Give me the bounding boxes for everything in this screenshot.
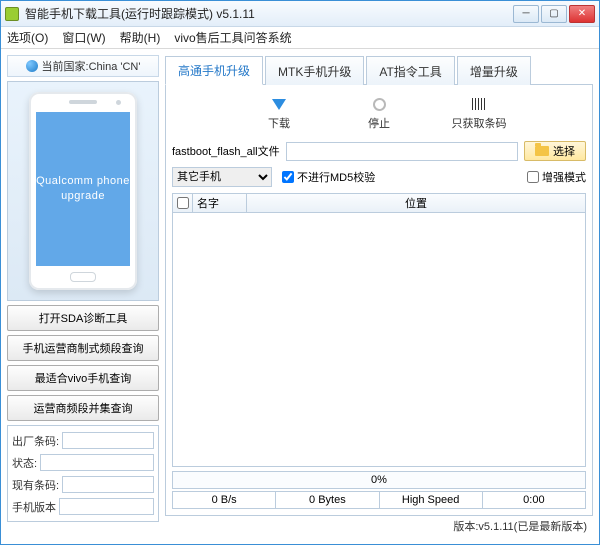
- menu-options[interactable]: 选项(O): [7, 29, 48, 46]
- status-input-1[interactable]: [40, 454, 154, 471]
- country-label: 当前国家:China 'CN': [42, 58, 141, 74]
- app-window: 智能手机下载工具(运行时跟踪模式) v5.1.11 ─ ▢ ✕ 选项(O) 窗口…: [0, 0, 600, 545]
- no-md5-checkbox[interactable]: 不进行MD5校验: [282, 169, 375, 185]
- phone-version-input[interactable]: [59, 498, 154, 515]
- factory-barcode-label: 出厂条码:: [12, 433, 59, 449]
- stop-button[interactable]: 停止: [351, 95, 407, 131]
- right-panel: 高通手机升级 MTK手机升级 AT指令工具 增量升级 下载 停止: [165, 55, 593, 538]
- phone-screen: Qualcomm phone upgrade: [36, 112, 130, 266]
- enhance-checkbox[interactable]: 增强模式: [527, 169, 586, 185]
- titlebar[interactable]: 智能手机下载工具(运行时跟踪模式) v5.1.11 ─ ▢ ✕: [1, 1, 599, 27]
- close-button[interactable]: ✕: [569, 5, 595, 23]
- file-row: fastboot_flash_all文件 选择: [172, 139, 586, 163]
- download-label: 下载: [268, 115, 290, 131]
- file-label: fastboot_flash_all文件: [172, 143, 280, 159]
- barcode-only-label: 只获取条码: [452, 115, 507, 131]
- tab-incremental[interactable]: 增量升级: [457, 56, 531, 85]
- tabs: 高通手机升级 MTK手机升级 AT指令工具 增量升级: [165, 55, 593, 85]
- status-speed: 0 B/s: [173, 492, 276, 508]
- enhance-label: 增强模式: [542, 169, 586, 185]
- current-barcode-label: 现有条码:: [12, 477, 59, 493]
- menubar: 选项(O) 窗口(W) 帮助(H) vivo售后工具问答系统: [1, 27, 599, 49]
- stop-icon: [373, 98, 386, 111]
- tab-mtk[interactable]: MTK手机升级: [265, 56, 364, 85]
- minimize-button[interactable]: ─: [513, 5, 539, 23]
- status-bytes: 0 Bytes: [276, 492, 379, 508]
- no-md5-check[interactable]: [282, 171, 294, 183]
- menu-window[interactable]: 窗口(W): [62, 29, 105, 46]
- phone-version-label: 手机版本: [12, 499, 56, 515]
- tab-body: 下载 停止 只获取条码 fastboot_flash_all文件: [165, 85, 593, 516]
- best-vivo-query-button[interactable]: 最适合vivo手机查询: [7, 365, 159, 391]
- download-button[interactable]: 下载: [251, 95, 307, 131]
- phone-preview: Qualcomm phone upgrade: [7, 81, 159, 301]
- progress-text: 0%: [371, 474, 387, 486]
- options-row: 其它手机 不进行MD5校验 增强模式: [172, 163, 586, 193]
- phone-camera: [116, 100, 121, 105]
- tab-qualcomm[interactable]: 高通手机升级: [165, 56, 263, 85]
- menu-help[interactable]: 帮助(H): [120, 29, 161, 46]
- status-label-1: 状态:: [12, 455, 37, 471]
- barcode-icon: [472, 98, 486, 110]
- device-select[interactable]: 其它手机: [172, 167, 272, 187]
- maximize-button[interactable]: ▢: [541, 5, 567, 23]
- table-checkall[interactable]: [173, 194, 193, 212]
- action-row: 下载 停止 只获取条码: [172, 91, 586, 139]
- info-box: 出厂条码: 状态: 现有条码: 手机版本: [7, 425, 159, 522]
- choose-label: 选择: [553, 143, 575, 159]
- download-icon: [272, 99, 286, 110]
- phone-screen-line2: upgrade: [61, 189, 105, 204]
- window-title: 智能手机下载工具(运行时跟踪模式) v5.1.11: [25, 5, 513, 22]
- stop-label: 停止: [368, 115, 390, 131]
- factory-barcode-input[interactable]: [62, 432, 154, 449]
- content: 当前国家:China 'CN' Qualcomm phone upgrade 打…: [1, 49, 599, 544]
- phone-speaker: [69, 100, 97, 104]
- phone-mockup: Qualcomm phone upgrade: [29, 92, 137, 290]
- status-mode: High Speed: [380, 492, 483, 508]
- left-panel: 当前国家:China 'CN' Qualcomm phone upgrade 打…: [7, 55, 159, 538]
- status-time: 0:00: [483, 492, 585, 508]
- status-bar: 0 B/s 0 Bytes High Speed 0:00: [172, 491, 586, 509]
- file-path-input[interactable]: [286, 142, 518, 161]
- app-icon: [5, 7, 19, 21]
- version-line: 版本:v5.1.11(已是最新版本): [165, 516, 593, 538]
- current-barcode-input[interactable]: [62, 476, 154, 493]
- choose-file-button[interactable]: 选择: [524, 141, 586, 161]
- col-location[interactable]: 位置: [247, 194, 585, 212]
- menu-vivo-faq[interactable]: vivo售后工具问答系统: [174, 29, 291, 46]
- barcode-only-button[interactable]: 只获取条码: [451, 95, 507, 131]
- col-name[interactable]: 名字: [193, 194, 247, 212]
- country-bar: 当前国家:China 'CN': [7, 55, 159, 77]
- folder-icon: [535, 146, 549, 156]
- open-sda-button[interactable]: 打开SDA诊断工具: [7, 305, 159, 331]
- tab-at[interactable]: AT指令工具: [366, 56, 454, 85]
- carrier-band-query-button[interactable]: 手机运营商制式频段查询: [7, 335, 159, 361]
- no-md5-label: 不进行MD5校验: [297, 169, 375, 185]
- enhance-check[interactable]: [527, 171, 539, 183]
- globe-icon: [26, 60, 38, 72]
- carrier-band-union-button[interactable]: 运营商频段并集查询: [7, 395, 159, 421]
- table-header: 名字 位置: [172, 193, 586, 213]
- table-body: [172, 213, 586, 467]
- phone-screen-line1: Qualcomm phone: [36, 174, 130, 189]
- phone-home-button: [70, 272, 96, 282]
- progress-bar: 0%: [172, 471, 586, 489]
